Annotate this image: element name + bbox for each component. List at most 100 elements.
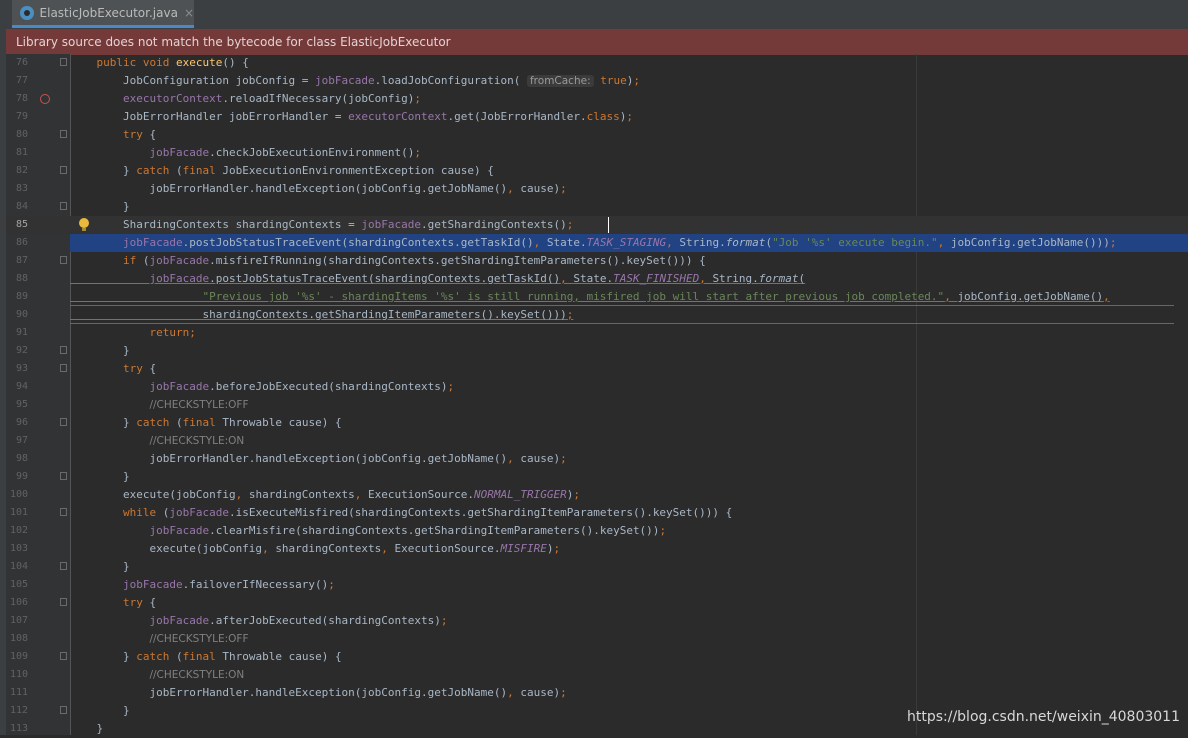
code-line[interactable]: 105 jobFacade.failoverIfNecessary(); (6, 576, 1188, 594)
code-text: shardingContexts.getShardingItemParamete… (70, 308, 574, 321)
close-tab-icon[interactable]: × (184, 6, 194, 20)
code-line[interactable]: 101 while (jobFacade.isExecuteMisfired(s… (6, 504, 1188, 522)
code-line[interactable]: 77 JobConfiguration jobConfig = jobFacad… (6, 72, 1188, 90)
code-text: try { (122, 362, 157, 375)
code-text: //CHECKSTYLE:ON (149, 669, 245, 681)
code-line[interactable]: 109 } catch (final Throwable cause) { (6, 648, 1188, 666)
tab-elastic-job-executor[interactable]: ElasticJobExecutor.java × (12, 0, 194, 28)
code-line[interactable]: 98 jobErrorHandler.handleException(jobCo… (6, 450, 1188, 468)
code-line[interactable]: 85 ShardingContexts shardingContexts = j… (6, 216, 1188, 234)
code-line[interactable]: 89 "Previous job '%s' - shardingItems '%… (6, 288, 1188, 306)
line-number: 110 (9, 669, 28, 680)
code-text: while (jobFacade.isExecuteMisfired(shard… (122, 506, 733, 519)
code-line[interactable]: 99 } (6, 468, 1188, 486)
code-text: jobErrorHandler.handleException(jobConfi… (70, 182, 567, 195)
code-line[interactable]: 86 jobFacade.postJobStatusTraceEvent(sha… (6, 234, 1188, 252)
code-text: } (70, 200, 130, 213)
code-line[interactable]: 91 return; (6, 324, 1188, 342)
code-line[interactable]: 96 } catch (final Throwable cause) { (6, 414, 1188, 432)
tab-label: ElasticJobExecutor.java (39, 5, 178, 20)
code-text: if (jobFacade.misfireIfRunning(shardingC… (122, 254, 706, 267)
code-text: } (70, 560, 130, 573)
code-text: } catch (final JobExecutionEnvironmentEx… (70, 164, 494, 177)
code-line[interactable]: 103 execute(jobConfig, shardingContexts,… (6, 540, 1188, 558)
line-number: 106 (9, 597, 28, 608)
line-number: 108 (9, 633, 28, 644)
code-line[interactable]: 100 execute(jobConfig, shardingContexts,… (6, 486, 1188, 504)
code-text: } (70, 344, 130, 357)
code-line[interactable]: 97 //CHECKSTYLE:ON (6, 432, 1188, 450)
fold-marker-icon[interactable] (60, 166, 67, 174)
line-number: 98 (15, 453, 28, 464)
code-line[interactable]: 102 jobFacade.clearMisfire(shardingConte… (6, 522, 1188, 540)
line-number: 86 (15, 237, 28, 248)
fold-marker-icon[interactable] (60, 652, 67, 660)
line-number: 78 (15, 93, 28, 104)
code-text: execute(jobConfig, shardingContexts, Exe… (70, 488, 580, 501)
breakpoint-icon[interactable] (40, 94, 50, 104)
code-line[interactable]: 78 executorContext.reloadIfNecessary(job… (6, 90, 1188, 108)
fold-marker-icon[interactable] (60, 346, 67, 354)
code-line[interactable]: 84 } (6, 198, 1188, 216)
code-text: jobFacade.postJobStatusTraceEvent(shardi… (70, 234, 1188, 252)
fold-marker-icon[interactable] (60, 364, 67, 372)
code-line[interactable]: 111 jobErrorHandler.handleException(jobC… (6, 684, 1188, 702)
line-number: 109 (9, 651, 28, 662)
code-text: jobErrorHandler.handleException(jobConfi… (70, 452, 567, 465)
source-mismatch-banner: Library source does not match the byteco… (6, 29, 1188, 55)
line-number: 101 (9, 507, 28, 518)
line-number: 82 (15, 165, 28, 176)
fold-marker-icon[interactable] (60, 598, 67, 606)
line-number: 88 (15, 273, 28, 284)
line-number: 112 (9, 705, 28, 716)
banner-text: Library source does not match the byteco… (16, 35, 451, 49)
code-line[interactable]: 87 if (jobFacade.misfireIfRunning(shardi… (6, 252, 1188, 270)
code-line[interactable]: 88 jobFacade.postJobStatusTraceEvent(sha… (6, 270, 1188, 288)
fold-marker-icon[interactable] (60, 472, 67, 480)
line-number: 87 (15, 255, 28, 266)
code-line[interactable]: 80 try { (6, 126, 1188, 144)
text-caret (608, 217, 609, 233)
code-line[interactable]: 76 public void execute() { (6, 54, 1188, 72)
fold-marker-icon[interactable] (60, 202, 67, 210)
code-line[interactable]: 108 //CHECKSTYLE:OFF (6, 630, 1188, 648)
left-tool-strip[interactable] (0, 0, 6, 735)
code-line[interactable]: 82 } catch (final JobExecutionEnvironmen… (6, 162, 1188, 180)
code-line[interactable]: 81 jobFacade.checkJobExecutionEnvironmen… (6, 144, 1188, 162)
code-text: executorContext.reloadIfNecessary(jobCon… (122, 92, 422, 105)
code-text: } catch (final Throwable cause) { (70, 650, 342, 663)
fold-marker-icon[interactable] (60, 130, 67, 138)
fold-marker-icon[interactable] (60, 508, 67, 516)
code-line[interactable]: 83 jobErrorHandler.handleException(jobCo… (6, 180, 1188, 198)
code-text: try { (122, 128, 157, 141)
code-line[interactable]: 79 JobErrorHandler jobErrorHandler = exe… (6, 108, 1188, 126)
fold-marker-icon[interactable] (60, 706, 67, 714)
code-text: jobFacade.clearMisfire(shardingContexts.… (149, 524, 667, 537)
line-number: 95 (15, 399, 28, 410)
code-line[interactable]: 107 jobFacade.afterJobExecuted(shardingC… (6, 612, 1188, 630)
code-text: } (70, 470, 130, 483)
code-text: } catch (final Throwable cause) { (70, 416, 342, 429)
line-number: 103 (9, 543, 28, 554)
line-number: 99 (15, 471, 28, 482)
line-number: 89 (15, 291, 28, 302)
line-number: 83 (15, 183, 28, 194)
code-line[interactable]: 94 jobFacade.beforeJobExecuted(shardingC… (6, 378, 1188, 396)
code-line[interactable]: 92 } (6, 342, 1188, 360)
line-number: 93 (15, 363, 28, 374)
code-line[interactable]: 106 try { (6, 594, 1188, 612)
code-line[interactable]: 104 } (6, 558, 1188, 576)
code-line[interactable]: 110 //CHECKSTYLE:ON (6, 666, 1188, 684)
code-line[interactable]: 90 shardingContexts.getShardingItemParam… (6, 306, 1188, 324)
code-line[interactable]: 95 //CHECKSTYLE:OFF (6, 396, 1188, 414)
fold-marker-icon[interactable] (60, 58, 67, 66)
code-line[interactable]: 93 try { (6, 360, 1188, 378)
fold-marker-icon[interactable] (60, 418, 67, 426)
line-number: 94 (15, 381, 28, 392)
code-text: } (70, 704, 130, 717)
fold-marker-icon[interactable] (60, 256, 67, 264)
fold-marker-icon[interactable] (60, 562, 67, 570)
code-editor[interactable]: 76 public void execute() {77 JobConfigur… (6, 54, 1188, 735)
code-text: } (70, 722, 104, 735)
code-text: try { (122, 596, 157, 609)
